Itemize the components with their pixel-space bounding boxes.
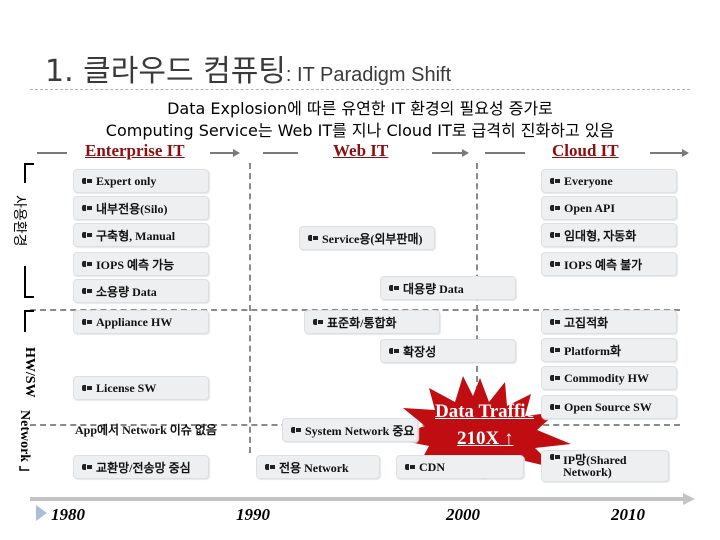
page-title: 1. 클라우드 컴퓨팅: IT Paradigm Shift xyxy=(45,46,451,90)
title-sub: : IT Paradigm Shift xyxy=(285,64,452,86)
callout-210x: 210X ↑ xyxy=(457,428,514,449)
usage-cloud-item: Open API xyxy=(541,196,677,220)
usage-transition-item: 대용량 Data xyxy=(380,276,516,300)
bullet-icon xyxy=(550,319,560,325)
divider-enterprise-web xyxy=(249,163,251,453)
usage-cloud-item: 임대형, 자동화 xyxy=(541,223,677,247)
title-main: 1. 클라우드 컴퓨팅 xyxy=(45,54,286,89)
bracket-hwsw-top xyxy=(24,310,34,332)
bullet-icon xyxy=(82,385,92,391)
hwsw-web-item: 표준화/통합화 xyxy=(304,310,440,334)
bullet-icon xyxy=(313,319,323,325)
hwsw-transition-item: 확장성 xyxy=(380,339,516,363)
bullet-icon xyxy=(389,348,399,354)
year-1990: 1990 xyxy=(236,505,270,524)
headline-line-2: Computing Service는 Web IT를 지나 Cloud IT로 … xyxy=(105,121,615,140)
year-1980: 1980 xyxy=(51,505,85,524)
bullet-icon xyxy=(308,235,318,241)
usage-enterprise-item: IOPS 예측 가능 xyxy=(73,252,209,276)
bullet-icon xyxy=(265,464,275,470)
usage-enterprise-item: 구축형, Manual xyxy=(73,223,209,247)
timeline-start-marker-icon xyxy=(36,505,47,521)
era-arrow-2 xyxy=(432,149,469,157)
title-divider xyxy=(30,89,690,90)
callout-data-traffic: Data Traffic xyxy=(435,401,535,422)
year-2000: 2000 xyxy=(446,505,480,524)
bullet-icon xyxy=(291,427,301,433)
side-label-usage: 사용환경 xyxy=(11,195,27,247)
hwsw-cloud-item: 고집적화 xyxy=(541,310,677,334)
era-cloud-it: Cloud IT xyxy=(552,141,619,160)
network-web-item: 전용 Network xyxy=(256,455,380,479)
usage-cloud-item: IOPS 예측 불가 xyxy=(541,252,677,276)
bullet-icon xyxy=(550,261,560,267)
bullet-icon xyxy=(550,347,560,353)
usage-cloud-item: Everyone xyxy=(541,169,677,193)
bullet-icon xyxy=(550,178,560,184)
network-web-item: System Network 중요 xyxy=(282,418,418,442)
network-transition-item: CDN xyxy=(396,455,524,479)
bullet-icon xyxy=(550,232,560,238)
hwsw-cloud-item: Open Source SW xyxy=(541,395,677,419)
bracket-usage-top xyxy=(24,163,34,183)
bullet-icon xyxy=(82,205,92,211)
headline-line-1: Data Explosion에 따른 유연한 IT 환경의 필요성 증가로 xyxy=(167,99,553,118)
era-arrow-1 xyxy=(210,149,240,157)
era-enterprise-it: Enterprise IT xyxy=(85,141,185,160)
bullet-icon xyxy=(550,205,560,211)
timeline-axis xyxy=(30,493,695,505)
bullet-icon xyxy=(82,232,92,238)
hwsw-enterprise-item: License SW xyxy=(73,376,209,400)
network-enterprise-item: 교환망/전송망 중심 xyxy=(73,455,209,479)
bracket-usage-bottom xyxy=(24,266,34,298)
bullet-icon xyxy=(405,464,415,470)
bullet-icon xyxy=(82,261,92,267)
era-line-left xyxy=(37,152,67,154)
bullet-icon xyxy=(82,178,92,184)
bullet-icon xyxy=(82,288,92,294)
era-web-it: Web IT xyxy=(333,141,389,160)
side-label-network: Network 」 xyxy=(17,410,32,480)
usage-enterprise-item: Expert only xyxy=(73,169,209,193)
usage-web-item: Service용(외부판매) xyxy=(299,226,435,250)
bullet-icon xyxy=(82,464,92,470)
era-line-cloud-left xyxy=(485,152,525,154)
era-arrow-3 xyxy=(650,149,689,157)
bullet-icon xyxy=(550,404,560,410)
network-enterprise-note: App에서 Network 이슈 없음 xyxy=(75,423,217,437)
hwsw-enterprise-item: Appliance HW xyxy=(73,310,209,334)
year-2010: 2010 xyxy=(611,505,645,524)
hwsw-cloud-item: Platform화 xyxy=(541,338,677,362)
usage-enterprise-item: 내부전용(Silo) xyxy=(73,196,209,220)
era-line-web-left xyxy=(263,152,298,154)
usage-enterprise-item: 소용량 Data xyxy=(73,279,209,303)
bullet-icon xyxy=(389,285,399,291)
network-cloud-item: IP망(Shared Network) xyxy=(541,450,669,482)
bullet-icon xyxy=(82,319,92,325)
bullet-icon xyxy=(550,454,561,460)
side-label-hwsw: HW/SW xyxy=(22,347,37,398)
